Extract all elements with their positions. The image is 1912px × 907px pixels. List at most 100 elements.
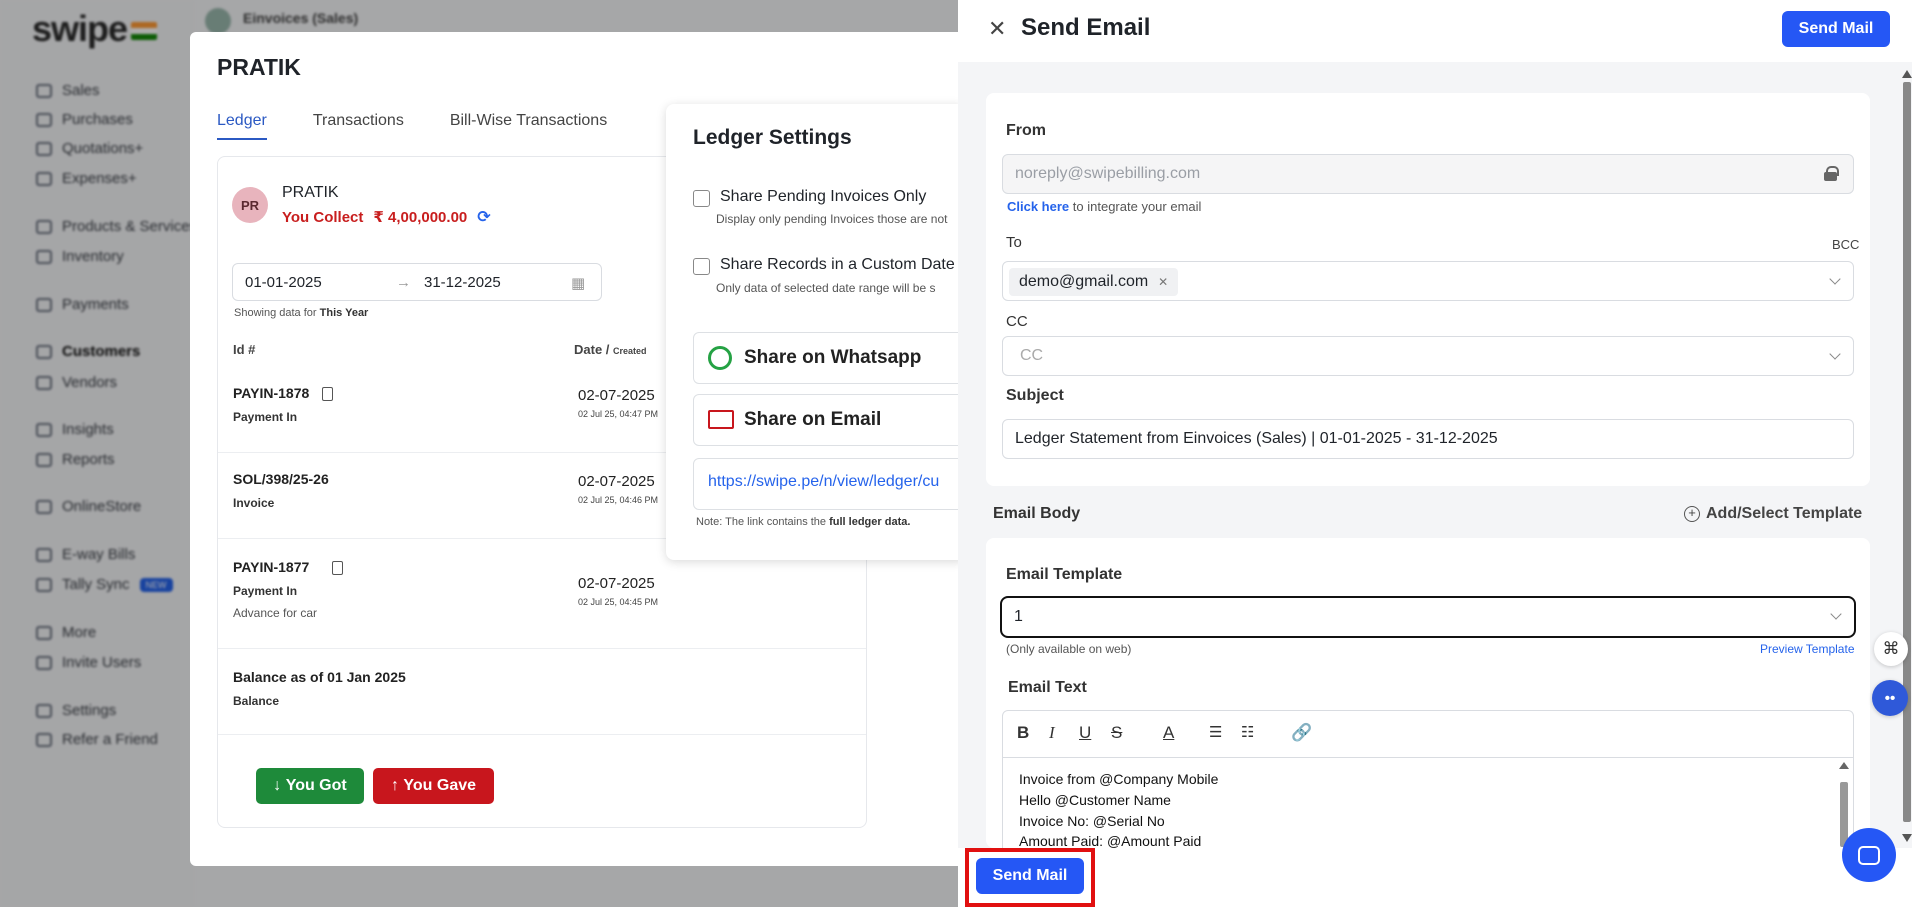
email-template-label: Email Template [1006,566,1123,583]
preview-template-link[interactable]: Preview Template [1760,642,1855,656]
send-mail-button-top[interactable]: Send Mail [1782,11,1890,47]
send-mail-button-bottom[interactable]: Send Mail [976,858,1084,894]
scroll-up-icon[interactable] [1902,70,1912,78]
you-got-button[interactable]: ↓ You Got [256,768,364,804]
tab-ledger[interactable]: Ledger [217,112,267,140]
row-id: PAYIN-1877 [233,559,310,575]
document-icon[interactable] [332,561,343,575]
scroll-thumb[interactable] [1840,782,1848,847]
underline-icon[interactable]: U [1079,723,1091,743]
italic-icon[interactable]: I [1049,723,1055,743]
scroll-up-icon[interactable] [1839,762,1849,769]
drawer-title: Send Email [1021,14,1151,41]
row-time: 02 Jul 25, 04:45 PM [578,597,659,607]
col-id: Id # [233,342,256,357]
share-link-box[interactable]: https://swipe.pe/n/view/ledger/cu [693,458,966,510]
subject-input[interactable]: Ledger Statement from Einvoices (Sales) … [1002,419,1854,459]
custom-date-label: Share Records in a Custom Date [720,256,955,273]
bullet-list-icon[interactable]: ☷ [1241,723,1254,741]
whatsapp-icon [708,346,732,370]
row-time: 02 Jul 25, 04:46 PM [578,495,659,505]
drawer-footer: Send Mail [958,848,1912,907]
row-type: Payment In [233,410,298,424]
chat-support-button[interactable] [1842,828,1896,882]
strikethrough-icon[interactable]: S [1111,723,1122,743]
close-icon[interactable]: ✕ [988,16,1006,42]
pending-invoices-desc: Display only pending Invoices those are … [716,212,948,226]
row-date: 02-07-2025 [578,473,655,490]
recipient-email: demo@gmail.com [1019,273,1149,290]
avatar: PR [232,187,268,223]
editor-line: Invoice No: @Serial No [1019,813,1165,829]
subject-value: Ledger Statement from Einvoices (Sales) … [1015,430,1498,447]
refresh-icon[interactable]: ⟳ [477,207,490,227]
row-type: Balance [233,694,280,708]
tab-bill-wise[interactable]: Bill-Wise Transactions [450,112,607,140]
scroll-down-icon[interactable] [1902,834,1912,842]
mail-icon [708,410,734,429]
row-type: Invoice [233,496,275,510]
cc-field[interactable]: CC [1002,336,1854,376]
share-link[interactable]: https://swipe.pe/n/view/ledger/cu [708,473,939,491]
scroll-thumb[interactable] [1903,82,1911,822]
share-whatsapp-label: Share on Whatsapp [744,347,922,368]
chat-icon [1858,845,1880,865]
editor-line: Hello @Customer Name [1019,792,1171,808]
row-note: Advance for car [233,606,318,620]
email-body-card: Email Template 1 (Only available on web)… [986,538,1870,848]
email-text-editor[interactable]: Invoice from @Company Mobile Hello @Cust… [1002,757,1854,848]
row-id: PAYIN-1878 [233,385,310,401]
collect-label: You Collect [282,208,364,226]
from-label: From [1006,122,1046,139]
link-icon[interactable]: 🔗 [1291,723,1312,743]
recipient-tag: demo@gmail.com ✕ [1009,268,1179,296]
row-id: Balance as of 01 Jan 2025 [233,669,406,685]
ordered-list-icon[interactable]: ☰ [1209,723,1222,741]
tab-transactions[interactable]: Transactions [313,112,404,140]
click-here-link[interactable]: Click here [1007,199,1069,214]
ledger-title: PRATIK [217,54,301,80]
bold-icon[interactable]: B [1017,723,1029,743]
balance-row: Balance as of 01 Jan 2025 Balance [218,649,866,735]
date-range-picker[interactable]: 01-01-2025 → 31-12-2025 ▦ [232,263,602,301]
editor-scrollbar[interactable] [1839,762,1849,848]
drawer-scrollbar[interactable] [1902,70,1912,842]
editor-line: Invoice from @Company Mobile [1019,771,1219,787]
date-to[interactable]: 31-12-2025 [424,274,501,291]
note-bold: full ledger data. [829,516,911,528]
from-value: noreply@swipebilling.com [1015,165,1201,182]
remove-tag-icon[interactable]: ✕ [1158,275,1168,289]
custom-date-desc: Only data of selected date range will be… [716,281,936,295]
ledger-tabs: Ledger Transactions Bill-Wise Transactio… [217,112,607,140]
bcc-toggle[interactable]: BCC [1832,237,1859,252]
ledger-settings-title: Ledger Settings [693,126,852,149]
share-email-button[interactable]: Share on Email [693,394,966,446]
chevron-down-icon [1829,273,1841,285]
col-date-sub: Created [613,346,647,356]
from-field: noreply@swipebilling.com [1002,154,1854,194]
email-text-label: Email Text [1008,679,1087,696]
drawer-header: ✕ Send Email Send Mail [958,0,1912,62]
share-whatsapp-button[interactable]: Share on Whatsapp [693,332,966,384]
arrow-down-icon: ↓ [273,777,286,794]
arrow-right-icon: → [396,274,411,291]
chevron-down-icon [1830,608,1842,620]
pending-invoices-checkbox[interactable] [693,190,710,207]
party-name: PRATIK [282,184,339,201]
row-time: 02 Jul 25, 04:47 PM [578,409,659,419]
col-date: Date / Created [574,342,647,357]
custom-date-checkbox[interactable] [693,258,710,275]
add-template-button[interactable]: + Add/Select Template [1684,505,1862,523]
assistant-bot-icon[interactable]: •• [1872,680,1908,716]
cc-label: CC [1006,313,1028,330]
date-from[interactable]: 01-01-2025 [245,274,322,291]
text-color-icon[interactable]: A [1163,723,1174,743]
you-gave-button[interactable]: ↑ You Gave [373,768,494,804]
email-template-select[interactable]: 1 [1000,596,1856,638]
collect-amount: ₹ 4,00,000.00 [373,209,468,226]
apps-icon[interactable]: ⌘ [1874,632,1908,666]
document-icon[interactable] [322,387,333,401]
you-got-label: You Got [285,777,347,794]
to-field[interactable]: demo@gmail.com ✕ [1002,261,1854,301]
editor-toolbar: B I U S A ☰ ☷ 🔗 [1002,710,1854,758]
